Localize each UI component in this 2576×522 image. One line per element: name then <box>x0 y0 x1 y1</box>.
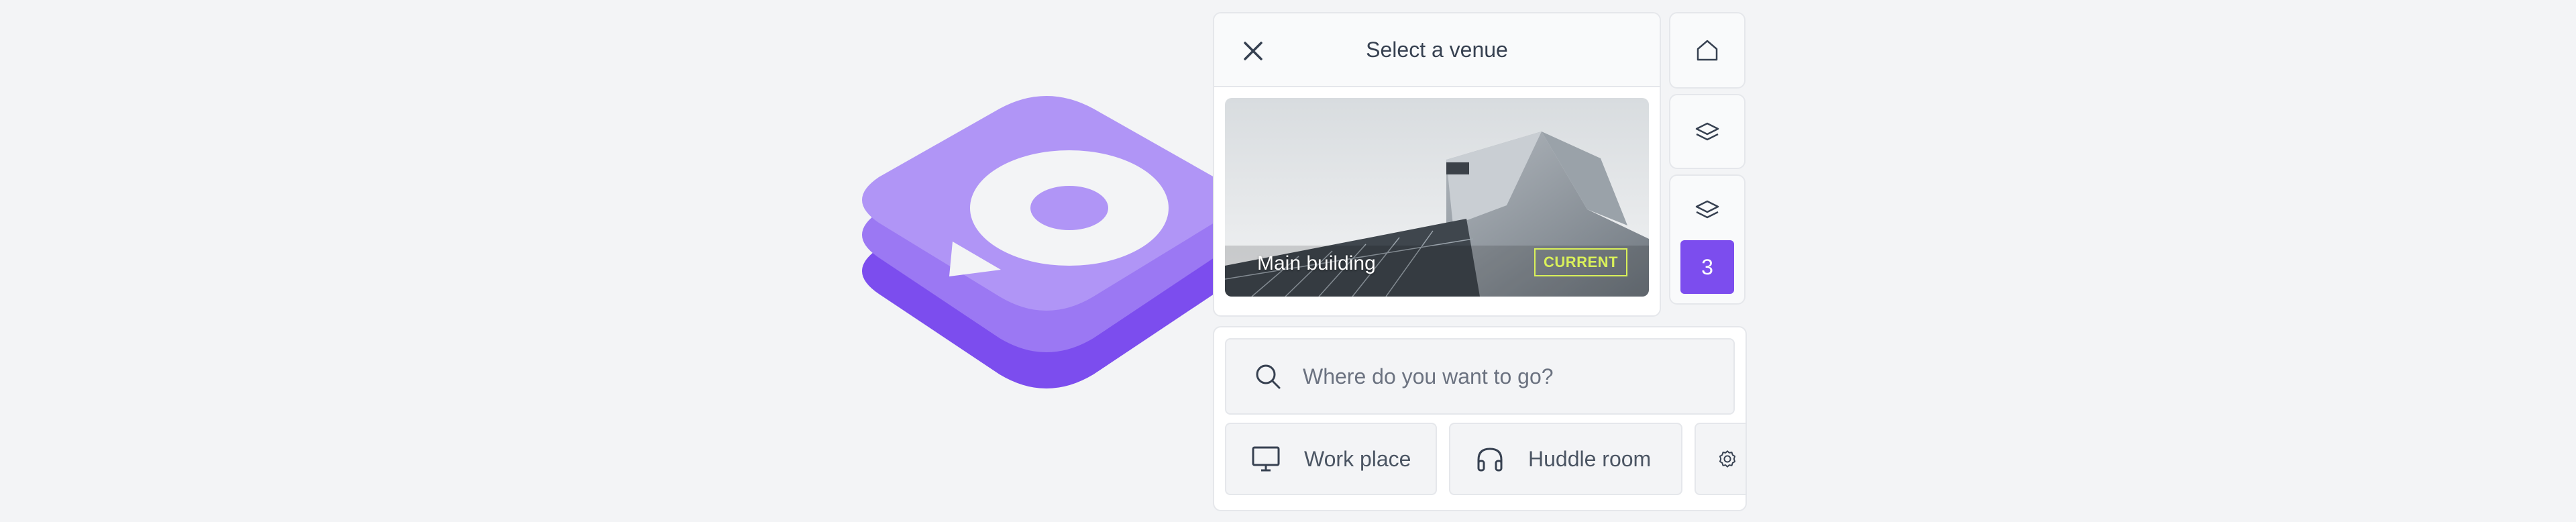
panel-header: Select a venue <box>1214 13 1660 87</box>
venue-panel: Select a venue Main building CURRENT <box>1213 12 1661 317</box>
category-huddle-room[interactable]: Huddle room <box>1449 423 1682 495</box>
close-icon[interactable] <box>1240 38 1267 64</box>
category-label: Work place <box>1304 446 1411 471</box>
layers-icon <box>1695 200 1719 219</box>
settings-icon <box>1719 450 1736 468</box>
category-more[interactable] <box>1695 423 1746 495</box>
category-label: Huddle room <box>1528 446 1652 471</box>
headphones-icon <box>1477 448 1503 472</box>
floor-selector[interactable]: 3 <box>1669 174 1746 305</box>
current-badge: CURRENT <box>1534 248 1627 276</box>
home-button[interactable] <box>1669 12 1746 89</box>
category-work-place[interactable]: Work place <box>1225 423 1437 495</box>
search-icon <box>1256 364 1281 389</box>
venue-name: Main building <box>1257 252 1376 274</box>
layers-icon <box>1695 122 1719 141</box>
search-placeholder: Where do you want to go? <box>1303 364 1554 388</box>
home-icon <box>1697 40 1718 61</box>
search-input[interactable]: Where do you want to go? <box>1225 338 1735 415</box>
panel-title: Select a venue <box>1366 37 1508 62</box>
app-logo <box>862 96 1231 388</box>
search-panel: Where do you want to go? Work place Hudd… <box>1213 326 1747 511</box>
layers-button[interactable] <box>1669 94 1746 169</box>
venue-card[interactable]: Main building CURRENT <box>1225 98 1649 297</box>
floor-number[interactable]: 3 <box>1680 240 1734 294</box>
monitor-icon <box>1252 446 1280 472</box>
